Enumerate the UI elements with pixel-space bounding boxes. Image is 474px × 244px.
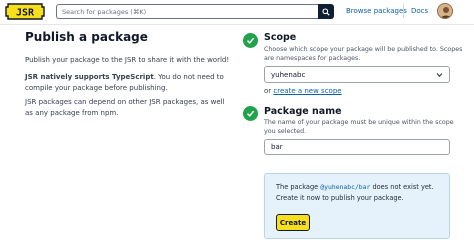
create-button[interactable]: Create xyxy=(276,214,310,231)
create-new-scope-link[interactable]: create a new scope xyxy=(273,87,341,95)
logo-text: JSR xyxy=(16,7,35,18)
package-name-heading: Package name xyxy=(264,106,342,117)
docs-link[interactable]: Docs xyxy=(411,7,428,15)
scope-step-check-icon xyxy=(243,33,258,48)
typescript-paragraph: JSR natively supports TypeScript. You do… xyxy=(25,72,230,94)
notice-text: The package @yuhenabc/bar does not exist… xyxy=(276,182,446,204)
package-name-input[interactable] xyxy=(264,139,450,155)
chevron-down-icon xyxy=(436,73,443,78)
package-not-found-notice: The package @yuhenabc/bar does not exist… xyxy=(264,173,450,239)
search-icon xyxy=(322,7,330,16)
jsr-logo[interactable]: JSR xyxy=(5,3,45,20)
header-divider xyxy=(0,24,474,25)
top-header: JSR Browse packages Docs xyxy=(0,0,474,24)
scope-heading: Scope xyxy=(264,32,297,43)
notice-prefix: The package xyxy=(276,183,319,191)
avatar-image xyxy=(438,4,452,18)
intro-paragraph: Publish your package to the JSR to share… xyxy=(25,56,230,64)
package-name-step-check-icon xyxy=(243,106,258,121)
search-input[interactable] xyxy=(56,4,318,19)
or-text: or xyxy=(264,87,272,95)
user-avatar[interactable] xyxy=(437,3,453,19)
scope-description: Choose which scope your package will be … xyxy=(264,46,463,62)
npm-paragraph: JSR packages can depend on other JSR pac… xyxy=(25,98,225,117)
package-name-description: The name of your package must be unique … xyxy=(264,119,454,135)
browse-packages-link[interactable]: Browse packages xyxy=(346,7,407,15)
nav-divider xyxy=(403,4,404,18)
scope-select[interactable]: yuhenabc xyxy=(264,66,450,83)
notice-package-name: @yuhenabc/bar xyxy=(320,183,371,191)
page-title: Publish a package xyxy=(25,30,148,44)
typescript-emphasis: JSR natively supports TypeScript xyxy=(25,73,154,81)
search-button[interactable] xyxy=(318,4,334,19)
create-scope-line: or create a new scope xyxy=(264,87,342,95)
scope-select-value: yuhenabc xyxy=(271,70,306,79)
